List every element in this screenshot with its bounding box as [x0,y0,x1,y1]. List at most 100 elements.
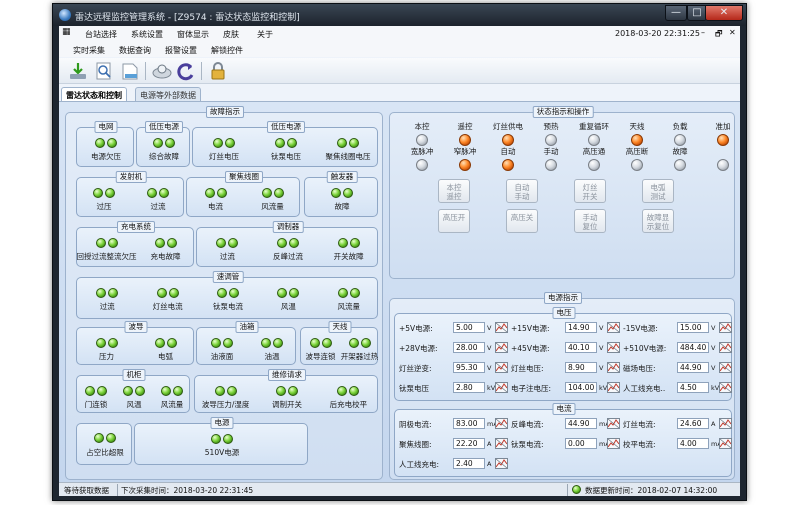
fault-label: 调制开关 [272,400,302,409]
maximize-button[interactable]: □ [687,5,707,21]
close-button[interactable]: ✕ [705,5,743,21]
mdi-close-button[interactable]: ✕ [729,28,736,37]
trend-chart-icon[interactable] [607,382,620,393]
fault-label: 电流 [208,202,223,211]
magnifier-icon[interactable] [151,61,173,81]
trend-chart-icon[interactable] [719,322,732,333]
fault-group: 速调管 过流 灯丝电流 钛泵电流 风温 风流量 [76,271,378,319]
fault-led [97,386,107,396]
toolbar-separator [145,62,146,80]
menu-realtime[interactable]: 实时采集 [73,45,105,56]
fault-group: 机柜 门连锁 风温 风流量 [76,369,190,413]
trend-chart-icon[interactable] [719,438,732,449]
value-box: 2.40 [453,458,485,469]
fault-led [154,238,165,248]
fault-label: 油液面 [210,352,234,361]
trend-chart-icon[interactable] [495,382,508,393]
status-update-time: 数据更新时间：2018-02-07 14:32:00 [585,486,718,495]
menu-alarm[interactable]: 报警设置 [165,45,197,56]
fault-led [223,434,233,444]
minimize-button[interactable]: — [665,5,687,21]
fault-group: 低压电源 灯丝电压 钛泵电压 聚焦线圈电压 [192,121,378,167]
fault-label: 风流量 [337,302,361,311]
menu-skin[interactable]: 皮肤 [223,29,239,40]
fault-label: 过流 [99,302,115,311]
fault-led [289,238,299,248]
trend-chart-icon[interactable] [495,342,508,353]
value-label: 校平电流: [623,440,656,449]
trend-chart-icon[interactable] [607,438,620,449]
fault-label: 电源欠压 [91,152,121,161]
fault-led [107,238,118,248]
value-unit: kV [599,384,608,392]
value-box: 15.00 [677,322,709,333]
fault-group-title: 维修请求 [268,369,306,381]
trend-chart-icon[interactable] [607,322,620,333]
fault-led [108,288,119,298]
trend-chart-icon[interactable] [719,342,732,353]
fault-label: 后充电校平 [329,400,368,409]
fault-group-title: 低压电源 [267,121,305,133]
trend-chart-icon[interactable] [719,382,732,393]
fault-led [216,188,227,198]
fault-group-title: 速调管 [212,271,244,283]
state-label: 重复循环 [579,122,609,131]
refresh-icon[interactable] [175,61,197,81]
menu-about[interactable]: 关于 [257,29,273,40]
search-doc-icon[interactable] [93,61,115,81]
fault-led [123,386,133,396]
control-button[interactable]: 灯丝 开关 [574,179,606,203]
report-icon[interactable] [119,61,141,81]
fault-group: 聚焦线圈 电流 风流量 [186,171,300,217]
lock-icon[interactable] [207,61,229,81]
download-icon[interactable] [67,61,89,81]
menu-window[interactable]: 窗体显示 [177,29,209,40]
trend-chart-icon[interactable] [495,362,508,373]
fault-group-title: 电源 [210,417,234,429]
fault-label: 风温 [126,400,142,409]
menu-station[interactable]: 台站选择 [85,29,117,40]
fault-led [275,138,285,148]
fault-label: 过压 [96,202,112,211]
mdi-restore-button[interactable]: 🗗 [715,28,723,42]
fault-label: 钛泵电流 [213,302,243,311]
menu-app-icon: ▦ [62,27,71,37]
mdi-minimize-button[interactable]: – [701,28,705,37]
fault-led [105,188,115,198]
value-box: 22.20 [453,438,485,449]
menu-settings[interactable]: 系统设置 [131,29,163,40]
control-button[interactable]: 故障显 示复位 [642,209,674,233]
control-button[interactable]: 高压开 [438,209,470,233]
state-led [631,159,643,171]
control-button[interactable]: 本控 遥控 [438,179,470,203]
menu-unlock[interactable]: 解锁控件 [211,45,243,56]
trend-chart-icon[interactable] [495,418,508,429]
trend-chart-icon[interactable] [495,458,508,469]
control-button[interactable]: 自动 手动 [506,179,538,203]
fault-label: 灯丝电压 [209,152,239,161]
status-next-collect: 下次采集时间：2018-03-20 22:31:45 [121,486,254,495]
value-box: 0.00 [565,438,597,449]
fault-label: 风流量 [261,202,284,211]
value-unit: V [711,324,716,332]
trend-chart-icon[interactable] [495,438,508,449]
control-button[interactable]: 电弧 测试 [642,179,674,203]
control-button[interactable]: 手动 复位 [574,209,606,233]
trend-chart-icon[interactable] [719,362,732,373]
fault-label: 充电故障 [150,252,181,261]
fault-led [261,188,272,198]
control-button[interactable]: 高压关 [506,209,538,233]
fault-led [107,138,117,148]
trend-chart-icon[interactable] [607,342,620,353]
trend-chart-icon[interactable] [607,362,620,373]
trend-chart-icon[interactable] [607,418,620,429]
tab-radar-status[interactable]: 雷达状态和控制 [61,87,127,101]
menu-query[interactable]: 数据查询 [119,45,151,56]
trend-chart-icon[interactable] [495,322,508,333]
value-label: 钛泵电压 [399,384,429,393]
fault-group: 充电系统 回授过流整流欠压 充电故障 [76,221,194,267]
tab-power-external[interactable]: 电源等外部数据 [135,87,201,101]
radar-app-icon [59,9,71,21]
trend-chart-icon[interactable] [719,418,732,429]
fault-label: 过流 [219,252,235,261]
